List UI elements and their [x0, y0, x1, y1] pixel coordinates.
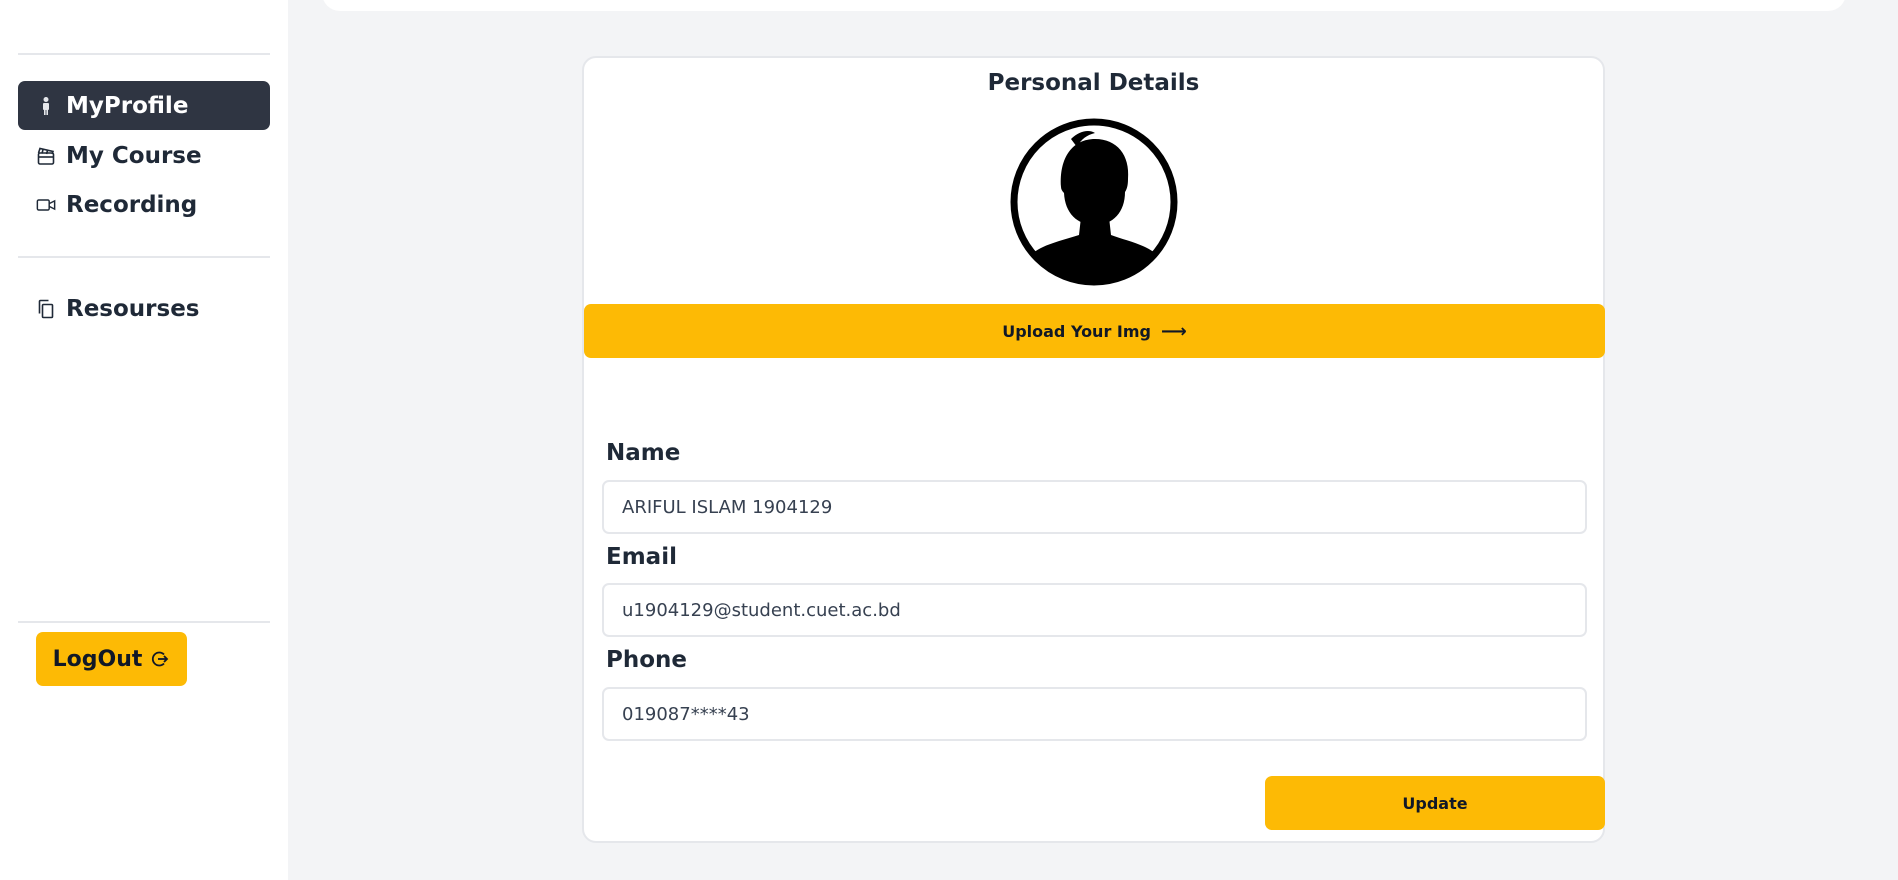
sidebar-item-label: Resourses — [66, 295, 200, 322]
phone-field[interactable] — [602, 687, 1587, 741]
clapperboard-icon — [36, 145, 56, 167]
person-icon — [36, 95, 56, 117]
name-label: Name — [606, 440, 681, 466]
email-field[interactable] — [602, 583, 1587, 637]
sidebar-divider — [18, 621, 270, 623]
top-header-bar — [322, 0, 1846, 11]
phone-label: Phone — [606, 647, 688, 673]
user-silhouette-icon — [1009, 117, 1179, 287]
sidebar-item-myprofile[interactable]: MyProfile — [18, 81, 270, 130]
copy-documents-icon — [36, 298, 56, 320]
sidebar-item-recording[interactable]: Recording — [18, 180, 270, 229]
arrow-right-icon: ⟶ — [1160, 320, 1187, 342]
sidebar-divider — [18, 53, 270, 55]
email-label: Email — [606, 544, 677, 570]
update-button[interactable]: Update — [1265, 776, 1605, 830]
card-title: Personal Details — [987, 70, 1200, 96]
sidebar-item-resources[interactable]: Resourses — [18, 284, 270, 333]
sidebar: MyProfile My Course Recording Resourses … — [0, 0, 288, 880]
logout-button[interactable]: LogOut — [36, 632, 187, 686]
video-camera-icon — [36, 194, 56, 216]
sidebar-item-my-course[interactable]: My Course — [18, 131, 270, 180]
sidebar-divider — [18, 256, 270, 258]
sidebar-item-label: My Course — [66, 142, 202, 169]
sidebar-item-label: MyProfile — [66, 92, 189, 119]
logout-label: LogOut — [52, 646, 143, 672]
logout-icon — [150, 649, 170, 669]
sidebar-item-label: Recording — [66, 191, 198, 218]
update-label: Update — [1402, 793, 1468, 813]
upload-label: Upload Your Img — [1002, 321, 1151, 341]
upload-image-button[interactable]: Upload Your Img ⟶ — [584, 304, 1605, 358]
name-field[interactable] — [602, 480, 1587, 534]
personal-details-card: Personal Details Upload Your Img ⟶ Name … — [582, 56, 1605, 843]
